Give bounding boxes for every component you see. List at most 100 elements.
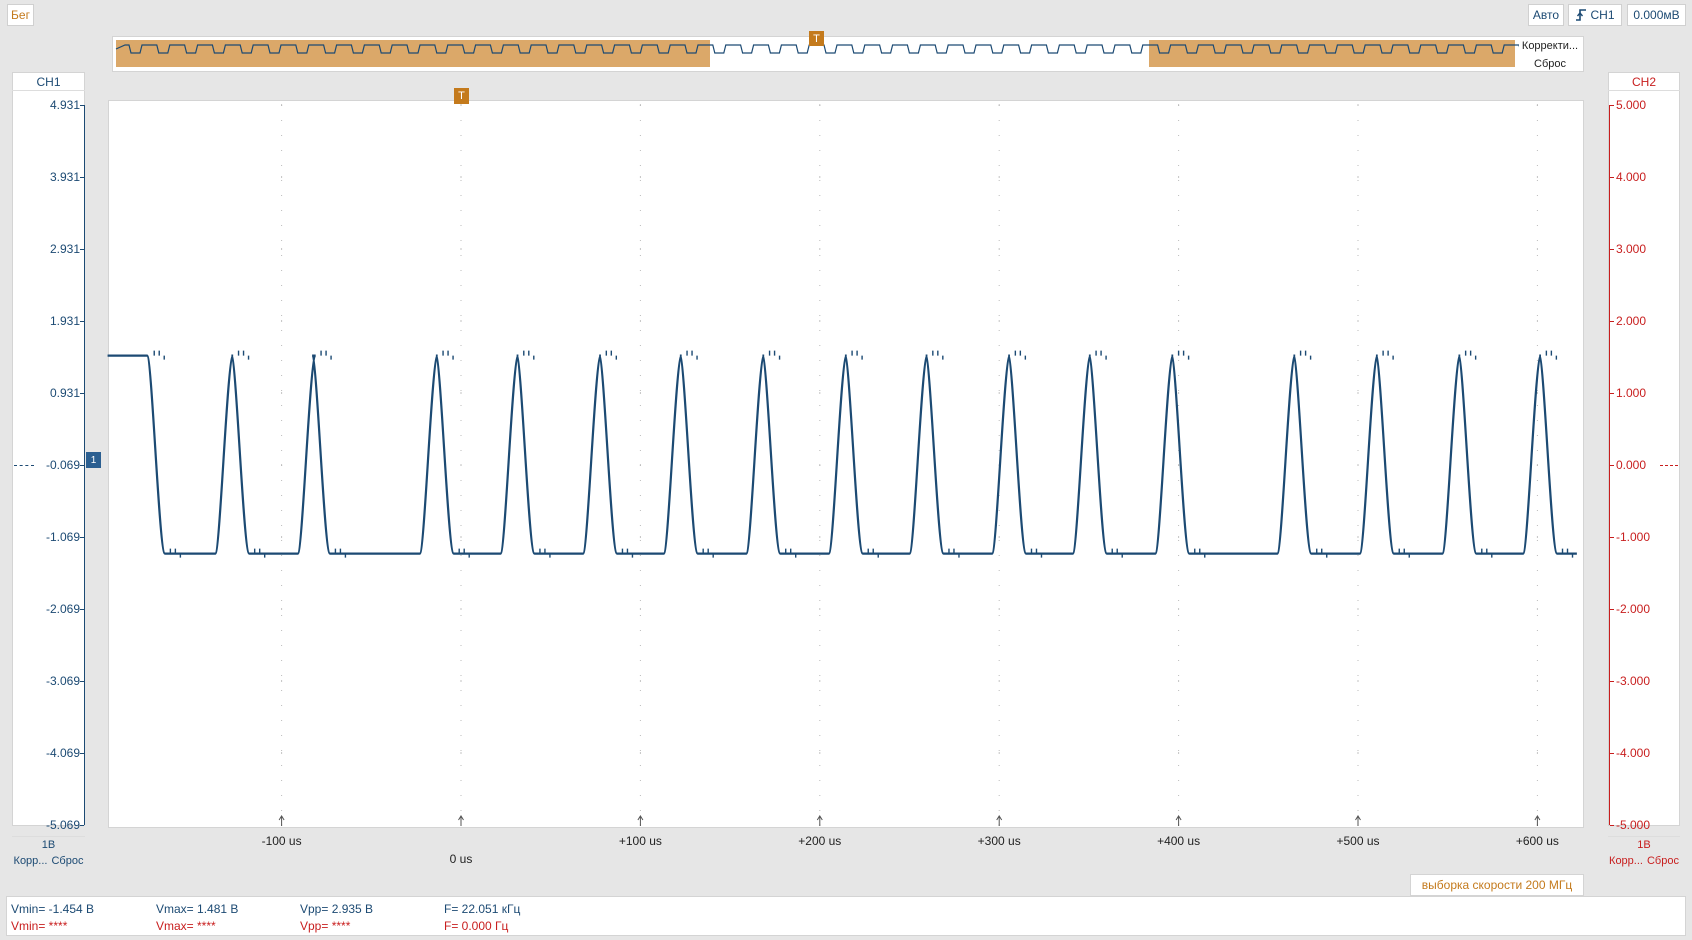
ch1-tick-label: 1.931	[49, 314, 80, 328]
grid-dot	[998, 176, 1000, 178]
ch2-reset-button[interactable]: Сброс	[1647, 855, 1679, 873]
grid-dot	[281, 608, 283, 610]
ch1-tick-mark	[80, 105, 84, 106]
grid-dot	[819, 536, 821, 538]
ch1-waveform	[107, 354, 1577, 555]
measurements-panel	[6, 896, 1686, 936]
sample-rate-label: выборка скорости 200 МГц	[1410, 874, 1584, 896]
ch2-header[interactable]: CH2	[1608, 74, 1680, 91]
grid-dot	[1178, 320, 1180, 322]
grid-dot	[819, 752, 821, 754]
ch1-adjust-button[interactable]: Корр...	[14, 855, 48, 873]
trigger-mode-button[interactable]: Авто	[1528, 4, 1564, 26]
grid-dot	[639, 752, 641, 754]
ch1-waveform-noise	[1382, 350, 1394, 360]
ch1-tick-mark	[80, 681, 84, 682]
grid-dot	[639, 320, 641, 322]
ch2-tick-label: 2.000	[1616, 314, 1647, 328]
grid-dot	[281, 176, 283, 178]
trigger-position-marker[interactable]: T	[454, 88, 469, 104]
overview-trigger-marker[interactable]: T	[809, 31, 824, 46]
ch2-tick-label: -1.000	[1616, 530, 1651, 544]
grid-dot	[1536, 392, 1538, 394]
grid-dot	[1536, 536, 1538, 538]
grid-dot	[639, 176, 641, 178]
grid-dot	[998, 320, 1000, 322]
grid-dot	[1178, 248, 1180, 250]
ch1-waveform-noise	[686, 350, 698, 360]
grid-dot	[639, 680, 641, 682]
ch1-tick-label: 0.931	[49, 386, 80, 400]
ch2-tick-label: -4.000	[1616, 746, 1651, 760]
ch1-tick-label: -4.069	[45, 746, 80, 760]
grid-dot	[998, 392, 1000, 394]
ch1-tick-mark	[80, 465, 84, 466]
ch1-waveform-noise	[1095, 350, 1107, 360]
grid-dot	[639, 392, 641, 394]
grid-dot	[281, 536, 283, 538]
overview-reset-button[interactable]: Сброс	[1519, 56, 1581, 71]
ch1-frequency: F= 22.051 кГц	[444, 902, 521, 916]
ch1-waveform-noise	[1545, 350, 1558, 360]
run-status-button[interactable]: Бег	[7, 4, 34, 26]
ch1-header[interactable]: CH1	[12, 74, 85, 91]
ch2-tick-label: 0.000	[1616, 458, 1647, 472]
x-tick-mark	[1175, 815, 1182, 826]
ch1-tick-mark	[80, 393, 84, 394]
ch2-tick-label: 1.000	[1616, 386, 1647, 400]
ch1-tick-mark	[80, 825, 84, 826]
ch2-tick-mark	[1610, 105, 1614, 106]
ch1-waveform-noise	[320, 350, 332, 360]
ch2-frequency: F= 0.000 Гц	[444, 919, 509, 933]
grid-dot	[819, 680, 821, 682]
waveform-plot[interactable]	[107, 100, 1584, 828]
ch1-tick-mark	[80, 177, 84, 178]
grid-dot	[460, 536, 462, 538]
x-tick-label: +600 us	[1515, 834, 1559, 848]
ch1-waveform-noise	[153, 350, 165, 360]
grid-dot	[460, 608, 462, 610]
grid-dot	[1536, 608, 1538, 610]
x-tick-label: +300 us	[977, 834, 1021, 848]
grid-dot	[819, 248, 821, 250]
grid-dot	[460, 176, 462, 178]
ch2-tick-mark	[1610, 825, 1614, 826]
grid-dot	[460, 248, 462, 250]
ch1-scale-label[interactable]: 1В	[12, 836, 85, 853]
ch1-waveform-noise	[442, 350, 454, 360]
ch1-waveform-noise	[605, 350, 618, 360]
grid-dot	[1536, 752, 1538, 754]
grid-dot	[1357, 176, 1359, 178]
grid-dot	[1536, 248, 1538, 250]
ch2-tick-label: 5.000	[1616, 98, 1647, 112]
ch2-vpp: Vpp= ****	[300, 919, 351, 933]
trigger-level-button[interactable]: 0.000мВ	[1627, 4, 1686, 26]
grid-dot	[998, 536, 1000, 538]
grid-dot	[1178, 392, 1180, 394]
ch1-tick-mark	[80, 249, 84, 250]
trigger-source-button[interactable]: CH1	[1568, 4, 1622, 26]
ch2-tick-mark	[1610, 321, 1614, 322]
x-tick-mark	[1534, 815, 1541, 826]
x-tick-mark	[996, 815, 1003, 826]
grid-dot	[460, 392, 462, 394]
grid-dot	[1178, 680, 1180, 682]
ch1-ground-marker[interactable]: 1	[86, 452, 101, 468]
ch1-reset-button[interactable]: Сброс	[51, 855, 83, 873]
grid-dot	[1357, 392, 1359, 394]
ch2-scale-label[interactable]: 1В	[1608, 836, 1680, 853]
grid-dot	[819, 176, 821, 178]
ch1-vmin: Vmin= -1.454 В	[11, 902, 95, 916]
x-tick-mark	[1355, 815, 1361, 826]
ch1-tick-label: -2.069	[45, 602, 80, 616]
x-tick-mark	[458, 815, 464, 826]
ch2-tick-mark	[1610, 177, 1614, 178]
ch2-tick-mark	[1610, 465, 1614, 466]
grid-dot	[1357, 752, 1359, 754]
overview-adjust-button[interactable]: Корректи...	[1519, 38, 1581, 54]
grid-dot	[281, 392, 283, 394]
grid-dot	[1357, 248, 1359, 250]
ch2-adjust-button[interactable]: Корр...	[1609, 855, 1643, 873]
x-tick-mark	[816, 815, 823, 826]
x-tick-label: +100 us	[618, 834, 662, 848]
